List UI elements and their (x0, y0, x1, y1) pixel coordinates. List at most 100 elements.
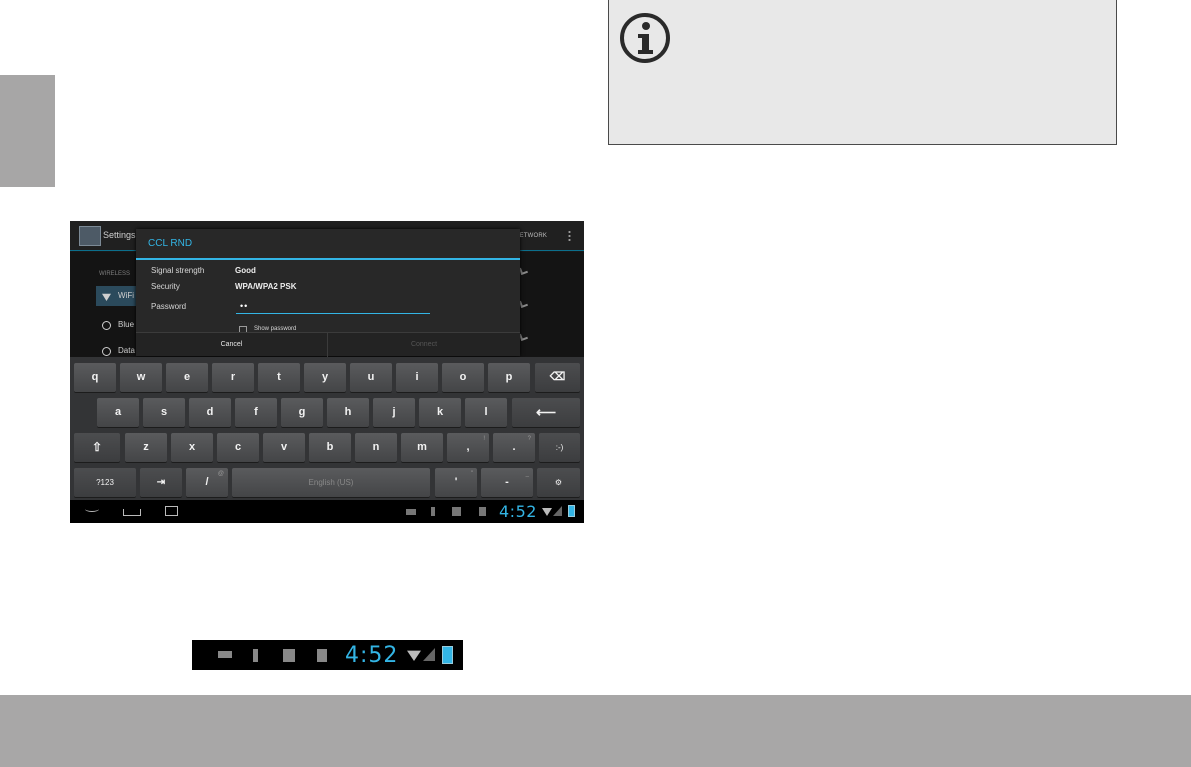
settings-app-icon[interactable] (79, 226, 101, 246)
symbols-key[interactable]: ?123 (74, 468, 136, 497)
status-clock: 4:52 (345, 643, 399, 668)
shift-key[interactable]: ⇧ (74, 433, 120, 462)
key-z[interactable]: z (125, 433, 167, 462)
slash-key-label: / (205, 476, 209, 488)
info-note-box (608, 0, 1117, 145)
wifi-icon (542, 508, 552, 516)
status-tray-closeup: 4:52 (192, 640, 463, 670)
tab-key[interactable]: ⇥ (140, 468, 182, 497)
space-bar[interactable]: English (US) (232, 468, 430, 497)
key-comma-alt: ! (483, 436, 485, 442)
cancel-button[interactable]: Cancel (136, 333, 328, 357)
dash-key-label: - (505, 476, 509, 488)
key-t[interactable]: t (258, 363, 300, 392)
tab-icon: ⇥ (156, 477, 166, 488)
slash-key[interactable]: / @ (186, 468, 228, 497)
back-icon[interactable] (85, 506, 99, 512)
key-m[interactable]: m (401, 433, 443, 462)
password-underline (236, 313, 430, 314)
key-n[interactable]: n (355, 433, 397, 462)
key-d[interactable]: d (189, 398, 231, 427)
sd-card-icon (479, 507, 486, 516)
debug-icon (452, 507, 461, 516)
key-w[interactable]: w (120, 363, 162, 392)
key-l[interactable]: l (465, 398, 507, 427)
enter-icon: ⟵ (535, 404, 557, 420)
settings-item-wifi[interactable]: WiFi (96, 286, 136, 306)
status-clock: 4:52 (499, 502, 537, 521)
on-screen-keyboard: q w e r t y u i o p ⌫ a s d f g h j k l … (70, 357, 584, 500)
key-c[interactable]: c (217, 433, 259, 462)
dash-key-alt: _ (525, 471, 529, 477)
delete-icon: ⌫ (549, 371, 566, 383)
recent-apps-icon[interactable] (165, 506, 178, 516)
enter-key[interactable]: ⟵ (512, 398, 580, 427)
apostrophe-key[interactable]: ' " (435, 468, 477, 497)
key-u[interactable]: u (350, 363, 392, 392)
signal-icon (423, 648, 435, 661)
key-e[interactable]: e (166, 363, 208, 392)
key-j[interactable]: j (373, 398, 415, 427)
tablet-screenshot: Settings NETWORK WIRELESS WiFi Blue Data… (70, 221, 584, 523)
key-g[interactable]: g (281, 398, 323, 427)
data-usage-icon (102, 347, 111, 356)
footer-band (0, 695, 1191, 767)
key-i[interactable]: i (396, 363, 438, 392)
key-b[interactable]: b (309, 433, 351, 462)
connect-button[interactable]: Connect (328, 333, 520, 357)
key-o[interactable]: o (442, 363, 484, 392)
settings-item-label: WiFi (118, 291, 134, 300)
key-q[interactable]: q (74, 363, 116, 392)
key-period-alt: ? (527, 436, 531, 442)
home-icon[interactable] (123, 509, 141, 516)
shift-icon: ⇧ (91, 440, 103, 454)
key-period[interactable]: . ? (493, 433, 535, 462)
wifi-icon (407, 650, 421, 661)
apostrophe-key-alt: " (470, 471, 473, 477)
keyboard-icon (406, 509, 416, 515)
usb-icon (253, 649, 258, 662)
settings-item-label: Blue (118, 320, 135, 329)
sd-card-icon (317, 649, 327, 662)
info-icon (620, 13, 670, 63)
wifi-connect-dialog: CCL RND Signal strength Good Security WP… (136, 229, 520, 357)
dialog-button-bar: Cancel Connect (136, 332, 520, 357)
key-comma[interactable]: , ! (447, 433, 489, 462)
key-period-label: . (512, 441, 516, 453)
overflow-menu-icon[interactable] (568, 230, 571, 242)
settings-item-bluetooth[interactable]: Blue (96, 315, 136, 335)
key-k[interactable]: k (419, 398, 461, 427)
dialog-title: CCL RND (148, 238, 193, 249)
keyboard-icon (218, 651, 232, 658)
slash-key-alt: @ (217, 471, 224, 477)
battery-icon (442, 646, 453, 664)
key-f[interactable]: f (235, 398, 277, 427)
app-title: Settings (103, 230, 136, 240)
settings-icon: ⚙ (554, 478, 563, 487)
password-input[interactable]: •• (240, 301, 248, 311)
key-y[interactable]: y (304, 363, 346, 392)
system-bar: 4:52 (70, 500, 584, 523)
security-value: WPA/WPA2 PSK (235, 282, 297, 291)
smiley-key[interactable]: :-) (539, 433, 580, 462)
side-section-tab (0, 75, 55, 187)
battery-icon (568, 505, 575, 517)
key-a[interactable]: a (97, 398, 139, 427)
keyboard-settings-key[interactable]: ⚙ (537, 468, 580, 497)
key-r[interactable]: r (212, 363, 254, 392)
key-h[interactable]: h (327, 398, 369, 427)
dash-key[interactable]: - _ (481, 468, 533, 497)
key-p[interactable]: p (488, 363, 530, 392)
key-x[interactable]: x (171, 433, 213, 462)
key-s[interactable]: s (143, 398, 185, 427)
key-comma-label: , (466, 441, 470, 453)
signal-strength-value: Good (235, 266, 256, 275)
wifi-icon (102, 293, 111, 301)
debug-icon (283, 649, 295, 662)
delete-key[interactable]: ⌫ (535, 363, 580, 392)
bluetooth-icon (102, 321, 111, 330)
signal-strength-label: Signal strength (151, 266, 205, 275)
key-v[interactable]: v (263, 433, 305, 462)
dialog-divider (136, 258, 520, 260)
settings-item-label: Data (118, 346, 135, 355)
